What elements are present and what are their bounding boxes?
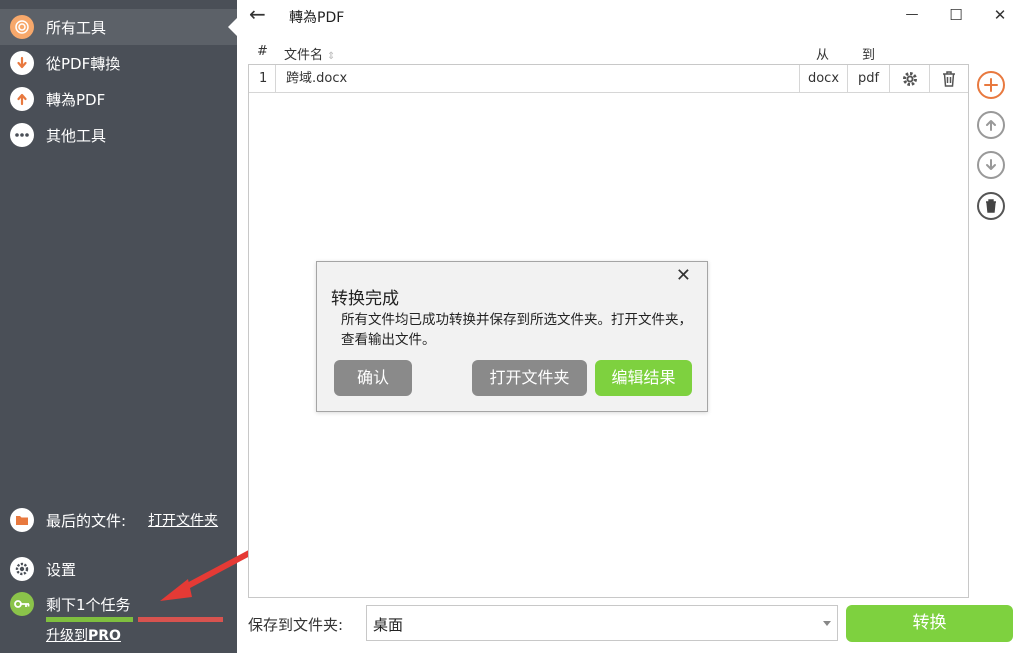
back-button[interactable]: ← — [249, 4, 273, 26]
sidebar-item-from-pdf[interactable]: 從PDF轉換 — [0, 45, 237, 81]
sidebar-item-to-pdf[interactable]: 轉為PDF — [0, 81, 237, 117]
open-folder-link[interactable]: 打开文件夹 — [148, 510, 218, 530]
upgrade-pro-text: PRO — [88, 628, 121, 644]
move-up-button[interactable] — [977, 111, 1005, 139]
arrow-up-icon — [986, 120, 996, 131]
sidebar-item-other-tools[interactable]: 其他工具 — [0, 117, 237, 153]
trash-icon — [986, 199, 996, 213]
confirm-button[interactable]: 确认 — [334, 360, 412, 396]
column-from: 从 — [816, 48, 830, 63]
sidebar: 所有工具 從PDF轉換 轉為PDF 其他工具 最后的文件: 打开文件夹 设置 剩… — [0, 0, 237, 653]
tasks-remaining-label: 剩下1个任务 — [46, 595, 131, 614]
sidebar-item-all-tools[interactable]: 所有工具 — [0, 9, 237, 45]
row-settings-button[interactable] — [889, 65, 929, 93]
table-header: # 文件名 ⇕ 从 到 — [248, 40, 968, 64]
title-bar: ← 轉為PDF — ☐ ✕ — [237, 0, 1024, 32]
task-progress-remaining — [138, 617, 223, 622]
sidebar-item-label: 设置 — [46, 560, 77, 579]
page-title: 轉為PDF — [289, 10, 345, 26]
conversion-complete-dialog: ✕ 转换完成 所有文件均已成功转换并保存到所选文件夹。打开文件夹，查看输出文件。… — [316, 261, 708, 412]
gear-icon — [902, 72, 917, 86]
sidebar-item-label: 轉為PDF — [46, 90, 106, 109]
key-icon — [10, 592, 34, 616]
more-icon — [10, 123, 34, 147]
save-to-folder-label: 保存到文件夹: — [248, 616, 344, 634]
tasks-remaining: 剩下1个任务 — [0, 587, 237, 621]
sidebar-item-label: 所有工具 — [46, 18, 107, 37]
save-folder-select[interactable]: 桌面 — [366, 605, 838, 641]
dialog-close-button[interactable]: ✕ — [676, 266, 691, 286]
sidebar-item-label: 從PDF轉換 — [46, 54, 121, 73]
remove-all-button[interactable] — [977, 192, 1005, 220]
plus-icon — [984, 78, 998, 92]
table-row[interactable]: 1 跨域.docx docx pdf — [249, 65, 968, 93]
task-progress-done — [46, 617, 133, 622]
upgrade-prefix: 升级到 — [46, 628, 88, 644]
sidebar-item-settings[interactable]: 设置 — [0, 551, 237, 587]
chevron-down-icon — [823, 621, 831, 626]
column-filename-label: 文件名 — [284, 48, 324, 63]
maximize-button[interactable]: ☐ — [945, 4, 967, 26]
column-index: # — [257, 44, 268, 59]
recent-files-label: 最后的文件: — [46, 511, 127, 530]
column-to: 到 — [862, 48, 876, 63]
row-index: 1 — [259, 71, 268, 86]
sort-icon: ⇕ — [327, 51, 336, 62]
window-close-button[interactable]: ✕ — [989, 4, 1011, 26]
edit-result-button[interactable]: 编辑结果 — [595, 360, 692, 396]
recent-files: 最后的文件: 打开文件夹 — [10, 508, 218, 532]
save-folder-value: 桌面 — [373, 616, 404, 634]
active-indicator — [228, 18, 237, 36]
row-from-format[interactable]: docx — [799, 65, 847, 93]
move-down-button[interactable] — [977, 151, 1005, 179]
open-folder-button[interactable]: 打开文件夹 — [472, 360, 587, 396]
arrow-down-icon — [986, 159, 996, 170]
add-file-button[interactable] — [977, 71, 1005, 99]
folder-icon — [10, 508, 34, 532]
row-delete-button[interactable] — [929, 65, 968, 93]
sidebar-item-label: 其他工具 — [46, 126, 107, 145]
dialog-message: 所有文件均已成功转换并保存到所选文件夹。打开文件夹，查看输出文件。 — [341, 312, 692, 348]
convert-button[interactable]: 转换 — [846, 605, 1013, 642]
trash-icon — [943, 71, 955, 87]
row-filename: 跨域.docx — [275, 65, 799, 93]
to-pdf-icon — [10, 87, 34, 111]
minimize-button[interactable]: — — [901, 4, 923, 26]
column-filename[interactable]: 文件名 ⇕ — [284, 44, 335, 63]
upgrade-pro-link[interactable]: 升级到PRO — [46, 625, 121, 645]
gear-icon — [10, 557, 34, 581]
all-tools-icon — [10, 15, 34, 39]
dialog-title: 转换完成 — [331, 289, 399, 309]
row-to-format[interactable]: pdf — [847, 65, 889, 93]
from-pdf-icon — [10, 51, 34, 75]
